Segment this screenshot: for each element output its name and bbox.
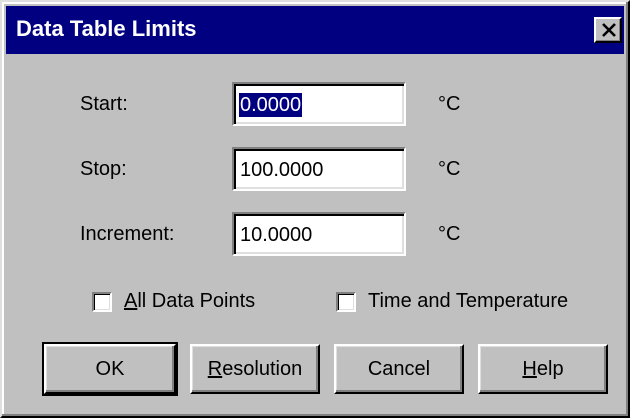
resolution-button[interactable]: Resolution	[190, 344, 320, 394]
increment-field[interactable]: 10.0000	[232, 212, 406, 256]
increment-label: Increment:	[80, 223, 175, 245]
stop-unit: °C	[438, 158, 461, 180]
stop-value: 100.0000	[240, 159, 324, 181]
data-table-limits-dialog: Data Table Limits Start: 0.0000 °C Stop:…	[0, 0, 630, 418]
close-icon	[602, 23, 616, 37]
increment-value: 10.0000	[240, 224, 313, 246]
start-field[interactable]: 0.0000	[232, 82, 406, 126]
window-title: Data Table Limits	[16, 16, 197, 41]
start-unit: °C	[438, 93, 461, 115]
all-data-points-checkbox[interactable]	[92, 292, 112, 312]
help-button[interactable]: Help	[478, 344, 608, 394]
stop-label: Stop:	[80, 158, 127, 180]
stop-field[interactable]: 100.0000	[232, 147, 406, 191]
cancel-button[interactable]: Cancel	[334, 344, 464, 394]
start-value: 0.0000	[239, 93, 303, 117]
close-button[interactable]	[594, 17, 622, 43]
start-label: Start:	[80, 93, 128, 115]
ok-button[interactable]: OK	[42, 342, 178, 396]
increment-unit: °C	[438, 223, 461, 245]
title-bar[interactable]: Data Table Limits	[6, 6, 624, 54]
all-data-points-label[interactable]: All Data Points	[124, 289, 255, 313]
time-and-temperature-checkbox[interactable]	[336, 292, 356, 312]
time-and-temperature-label[interactable]: Time and Temperature	[368, 289, 568, 313]
